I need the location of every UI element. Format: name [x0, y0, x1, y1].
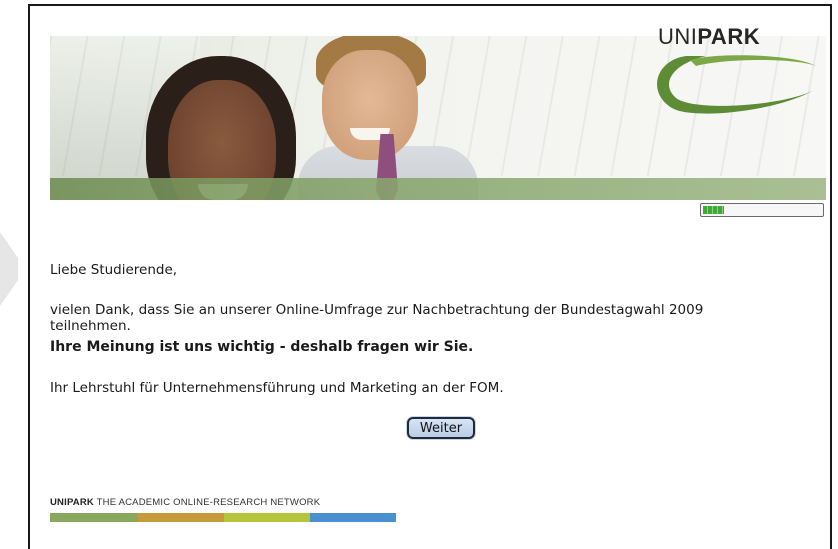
logo-text-prefix: UNI	[658, 24, 698, 49]
footer-brand: UNIPARK THE ACADEMIC ONLINE-RESEARCH NET…	[50, 497, 320, 508]
greeting-text: Liebe Studierende,	[50, 262, 178, 278]
footer-brand-name: UNIPARK	[50, 497, 94, 508]
footer-color-bar-1	[50, 513, 138, 522]
footer-tagline: THE ACADEMIC ONLINE-RESEARCH NETWORK	[96, 497, 321, 508]
unipark-logo-text: UNIPARK	[658, 24, 760, 50]
background-ghost-shape	[0, 232, 18, 306]
weiter-button[interactable]: Weiter	[407, 417, 475, 439]
header-banner	[50, 36, 826, 200]
footer-color-bar-3	[224, 513, 310, 522]
banner-man-face	[322, 50, 418, 160]
signature-text: Ihr Lehrstuhl für Unternehmensführung un…	[50, 380, 504, 396]
footer-color-bar-4	[310, 513, 396, 522]
emphasis-text: Ihre Meinung ist uns wichtig - deshalb f…	[50, 339, 474, 355]
progress-bar-fill	[703, 206, 724, 214]
progress-bar	[700, 203, 824, 217]
banner-green-band	[50, 178, 826, 200]
logo-text-suffix: PARK	[697, 24, 761, 49]
unipark-logo-swoosh	[657, 55, 816, 114]
intro-line-1: vielen Dank, dass Sie an unserer Online-…	[50, 302, 704, 318]
intro-line-2: teilnehmen.	[50, 318, 131, 334]
intro-text: vielen Dank, dass Sie an unserer Online-…	[50, 302, 826, 318]
footer-color-bar-2	[138, 513, 224, 522]
